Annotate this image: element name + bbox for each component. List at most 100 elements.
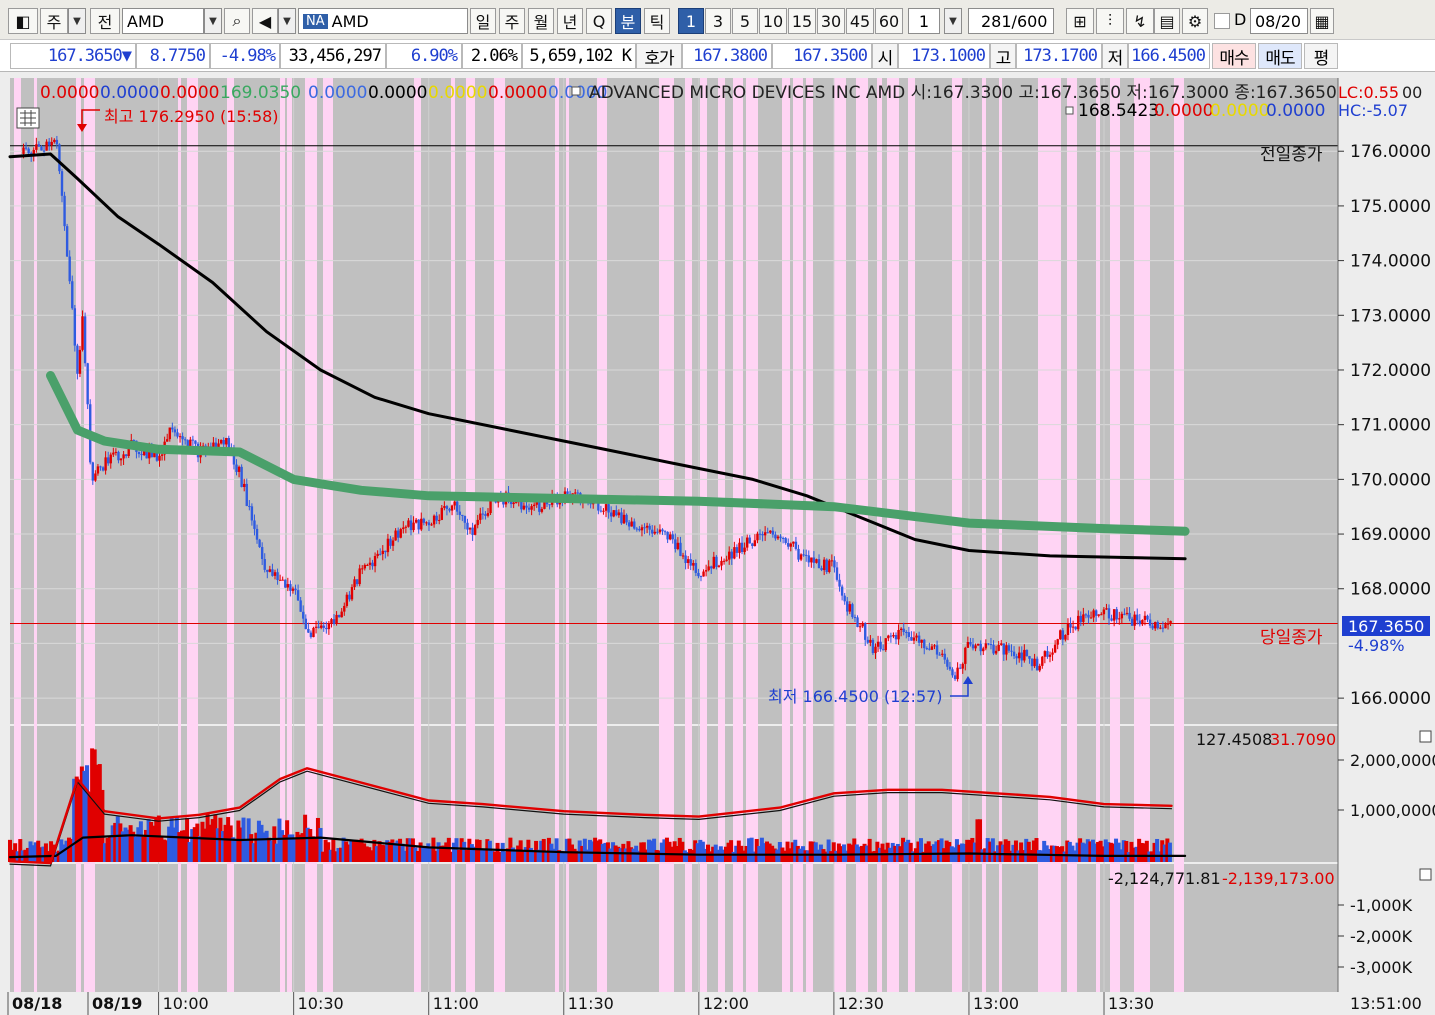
symbol-input[interactable]: AMD [122,8,204,34]
candle-body [1115,609,1118,620]
market-type-button[interactable]: 주 [40,8,68,34]
volume-panel-close-icon[interactable] [1419,730,1432,743]
candle-body [794,541,798,549]
candle-body [325,627,328,630]
obv-value-left: -2,124,771.81 [1108,869,1221,888]
multiplier-input[interactable]: 1 [908,8,940,34]
low-annotation: 최저 166.4500 (12:57) [768,687,943,706]
candle-body [694,563,698,573]
period-flag-button[interactable]: 전 [90,8,120,34]
search-icon[interactable]: ⌕ [224,8,250,34]
candle-body [317,626,320,628]
candle-body [735,547,739,553]
minute-option-45[interactable]: 45 [846,8,874,34]
minute-option-60[interactable]: 60 [875,8,903,34]
indicator2-value: 0.0000 [1210,101,1269,121]
sell-button[interactable]: 매도 [1258,43,1302,69]
candle-body [225,438,228,445]
time-tick-label: 13:00 [973,994,1019,1013]
candle-body [525,505,528,508]
multiplier-dropdown-icon[interactable]: ▼ [944,8,962,34]
average-button[interactable]: 평 [1304,43,1338,69]
candle-body [522,505,526,510]
candle-body [271,569,274,576]
obv-tick-label: -3,000K [1350,958,1413,977]
candle-body [822,559,826,571]
chart-canvas[interactable]: 176.0000 175.0000 174.0000 173.0000 172.0000… [0,72,1435,1015]
candle-body [576,492,580,494]
save-icon[interactable]: ▤ [1154,8,1180,34]
candle-body [620,512,623,524]
period-tab-1[interactable]: 주 [499,8,525,34]
period-tab-2[interactable]: 월 [528,8,554,34]
candle-body [368,562,372,565]
candle-body [371,562,374,567]
sound-icon[interactable]: ◀ [252,8,278,34]
chart-area[interactable]: 176.0000 175.0000 174.0000 173.0000 172.0000… [0,72,1435,1015]
candle-body [748,537,751,544]
candle-body [427,522,431,526]
indicator-values-line1: 0.0000 0.0000 0.0000 169.0350 0.0000 0.0000 0.… [40,83,607,103]
symbol-dropdown-icon[interactable]: ▼ [204,8,222,34]
candle-body [245,483,248,506]
candle-body [974,645,977,649]
candle-body [530,506,533,510]
candle-body [1005,645,1008,655]
candle-body [1166,623,1170,625]
lc-label: LC:0.55 [1338,83,1399,102]
candle-body [276,572,279,580]
candle-body [366,564,369,566]
market-type-dropdown-icon[interactable]: ▼ [68,8,86,34]
candle-body [81,316,84,350]
indicator2-toggle-icon[interactable] [1065,106,1074,115]
obv-value-right: -2,139,173.00 [1222,869,1335,888]
bid-price: 167.3500 [772,43,872,69]
buy-button[interactable]: 매수 [1212,43,1256,69]
candle-body [925,648,929,650]
candle-body [1041,656,1044,666]
candle-body [668,534,672,540]
line-tool-icon[interactable]: ↯ [1126,8,1154,34]
minute-option-30[interactable]: 30 [817,8,845,34]
candle-body [435,515,438,521]
minute-option-5[interactable]: 5 [732,8,758,34]
candle-body [810,557,813,563]
candle-body [828,560,831,572]
candle-body [879,641,882,650]
ratio-2: 2.06% [462,43,522,69]
candle-body [740,542,744,552]
calendar-icon[interactable]: ▦ [1310,8,1334,34]
minute-option-3[interactable]: 3 [705,8,731,34]
period-tab-0[interactable]: 일 [470,8,496,34]
period-tab-5[interactable]: 분 [615,8,641,34]
candle-body [1023,649,1026,661]
candle-body [661,529,664,532]
period-tab-6[interactable]: 틱 [644,8,670,34]
candle-body [897,629,900,640]
candle-body [692,563,695,566]
minute-option-10[interactable]: 10 [759,8,787,34]
date-checkbox[interactable] [1214,13,1230,29]
candle-body [1035,658,1039,671]
candle-body [407,520,410,527]
minute-option-15[interactable]: 15 [788,8,816,34]
candle-body [414,519,418,523]
gear-icon[interactable]: ⚙ [1182,8,1208,34]
candle-body [58,144,61,172]
period-tab-3[interactable]: 년 [557,8,583,34]
period-tab-4[interactable]: Q [586,8,612,34]
time-tick-label: 11:30 [568,994,614,1013]
obv-panel-close-icon[interactable] [1419,868,1432,881]
candle-body [63,195,66,227]
minute-option-1[interactable]: 1 [678,8,704,34]
candle-body [997,644,1000,651]
count-field[interactable]: 281 /600 [968,8,1054,34]
candle-style-icon[interactable]: ⫶ [1096,8,1124,34]
window-layout-icon[interactable]: ◧ [8,8,38,34]
date-input[interactable]: 08/20 [1250,8,1308,34]
compress-icon[interactable]: ⊞ [1066,8,1094,34]
indicator-toggle-icon[interactable] [571,86,581,96]
candle-body [450,505,454,511]
sound-dropdown-icon[interactable]: ▼ [278,8,296,34]
candle-body [137,451,141,455]
